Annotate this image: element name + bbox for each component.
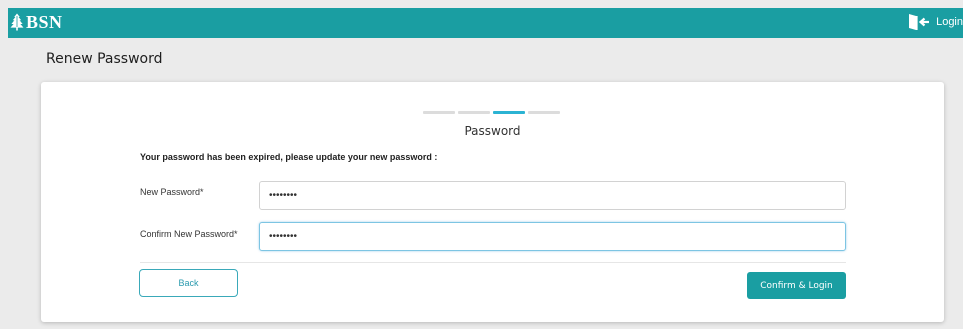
step-indicator-4 [528, 111, 560, 114]
login-link[interactable]: Login [908, 13, 963, 31]
progress-stepper [423, 111, 563, 114]
renew-password-card: Password Your password has been expired,… [41, 82, 944, 322]
confirm-password-input[interactable] [259, 222, 846, 251]
bsn-tree-logo-icon [10, 13, 24, 31]
confirm-login-button[interactable]: Confirm & Login [747, 272, 846, 299]
step-indicator-2 [458, 111, 490, 114]
login-door-icon [909, 14, 930, 30]
brand-logo[interactable]: BSN [10, 12, 63, 32]
step-indicator-3-active [493, 111, 525, 114]
brand-name: BSN [26, 12, 63, 32]
new-password-label: New Password* [140, 187, 204, 197]
top-bar: BSN Login [8, 8, 963, 38]
step-indicator-1 [423, 111, 455, 114]
new-password-input[interactable] [259, 181, 846, 210]
expired-notice: Your password has been expired, please u… [140, 152, 438, 162]
page-title: Renew Password [46, 51, 163, 67]
back-button[interactable]: Back [139, 269, 238, 297]
form-divider [140, 262, 846, 263]
login-label: Login [936, 16, 963, 28]
confirm-password-label: Confirm New Password* [140, 229, 238, 239]
section-title: Password [464, 124, 521, 138]
